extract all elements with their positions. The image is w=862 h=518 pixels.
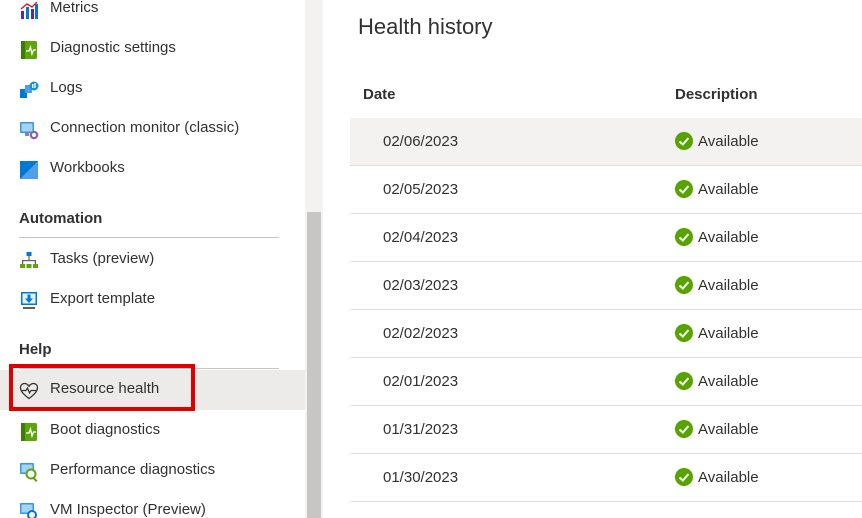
export-template-icon [21, 292, 37, 309]
check-circle-icon [675, 324, 693, 342]
status-text: Available [698, 133, 759, 150]
section-header-automation: Automation [19, 210, 103, 227]
row-date: 01/31/2023 [383, 421, 459, 438]
page-title: Health history [358, 14, 493, 39]
table-row[interactable]: 02/06/2023 Available [350, 118, 862, 166]
table-row[interactable]: 01/30/2023 Available [350, 454, 862, 502]
nav-item-label: Export template [50, 290, 156, 307]
check-circle-icon [675, 276, 693, 294]
diagnostic-settings-icon [21, 41, 37, 59]
status-text: Available [698, 277, 759, 294]
table-row[interactable]: 02/05/2023 Available [350, 166, 862, 214]
table-row[interactable]: 01/31/2023 Available [350, 406, 862, 454]
row-date: 02/05/2023 [383, 181, 459, 198]
nav-item-logs[interactable]: Logs [0, 69, 305, 109]
table-row[interactable]: 02/03/2023 Available [350, 262, 862, 310]
row-status: Available [675, 228, 759, 246]
nav-item-export-template[interactable]: Export template [0, 280, 305, 320]
table-row[interactable]: 02/04/2023 Available [350, 214, 862, 262]
row-date: 02/04/2023 [383, 229, 459, 246]
row-date: 02/01/2023 [383, 373, 459, 390]
status-text: Available [698, 181, 759, 198]
boot-diagnostics-icon [21, 423, 37, 441]
nav-item-diagnostic-settings[interactable]: Diagnostic settings [0, 29, 305, 69]
tasks-icon [20, 252, 38, 268]
heart-pulse-icon [19, 382, 39, 400]
row-date: 02/02/2023 [383, 325, 459, 342]
metrics-icon [20, 1, 38, 19]
sidebar-scrollbar-thumb[interactable] [307, 212, 321, 518]
status-text: Available [698, 229, 759, 246]
health-history-table: 02/06/2023 Available 02/05/2023 Available 02… [350, 118, 862, 502]
nav-item-workbooks[interactable]: Workbooks [0, 149, 305, 189]
nav-item-tasks[interactable]: Tasks (preview) [0, 240, 305, 280]
section-divider [19, 368, 279, 369]
nav-item-boot-diagnostics[interactable]: Boot diagnostics [0, 411, 305, 451]
row-status: Available [675, 324, 759, 342]
check-circle-icon [675, 420, 693, 438]
nav-item-label: Performance diagnostics [50, 461, 216, 478]
nav-item-label: Diagnostic settings [50, 39, 176, 56]
section-header-help: Help [19, 341, 52, 358]
left-nav-menu: Metrics Diagnostic settings Logs Connect… [0, 0, 305, 518]
nav-item-label: Workbooks [50, 159, 125, 176]
column-header-description[interactable]: Description [675, 86, 758, 103]
nav-item-vm-inspector[interactable]: VM Inspector (Preview) [0, 491, 305, 518]
performance-diagnostics-icon [20, 463, 38, 482]
check-circle-icon [675, 372, 693, 390]
logs-icon [20, 81, 39, 98]
row-status: Available [675, 468, 759, 486]
row-status: Available [675, 132, 759, 150]
table-row[interactable]: 02/01/2023 Available [350, 358, 862, 406]
row-status: Available [675, 276, 759, 294]
nav-item-metrics[interactable]: Metrics [0, 0, 305, 29]
table-row[interactable]: 02/02/2023 Available [350, 310, 862, 358]
row-status: Available [675, 372, 759, 390]
column-header-date[interactable]: Date [363, 86, 396, 103]
workbooks-icon [20, 161, 38, 179]
nav-item-label: Metrics [50, 0, 99, 16]
row-status: Available [675, 420, 759, 438]
row-status: Available [675, 180, 759, 198]
check-circle-icon [675, 468, 693, 486]
status-text: Available [698, 373, 759, 390]
nav-item-label: Boot diagnostics [50, 421, 161, 438]
nav-item-resource-health[interactable]: Resource health [0, 370, 305, 410]
status-text: Available [698, 469, 759, 486]
connection-monitor-icon [20, 122, 39, 140]
nav-item-label: Tasks (preview) [50, 250, 155, 267]
nav-item-label: Connection monitor (classic) [50, 119, 240, 136]
nav-item-label: Resource health [50, 380, 160, 397]
section-divider [19, 237, 279, 238]
row-date: 02/03/2023 [383, 277, 459, 294]
status-text: Available [698, 325, 759, 342]
status-text: Available [698, 421, 759, 438]
check-circle-icon [675, 228, 693, 246]
nav-item-connection-monitor[interactable]: Connection monitor (classic) [0, 109, 305, 149]
nav-item-label: VM Inspector (Preview) [50, 501, 206, 518]
row-date: 01/30/2023 [383, 469, 459, 486]
nav-item-label: Logs [50, 79, 83, 96]
row-date: 02/06/2023 [383, 133, 459, 150]
vm-inspector-icon [20, 503, 37, 518]
check-circle-icon [675, 132, 693, 150]
nav-item-performance-diagnostics[interactable]: Performance diagnostics [0, 451, 305, 491]
check-circle-icon [675, 180, 693, 198]
